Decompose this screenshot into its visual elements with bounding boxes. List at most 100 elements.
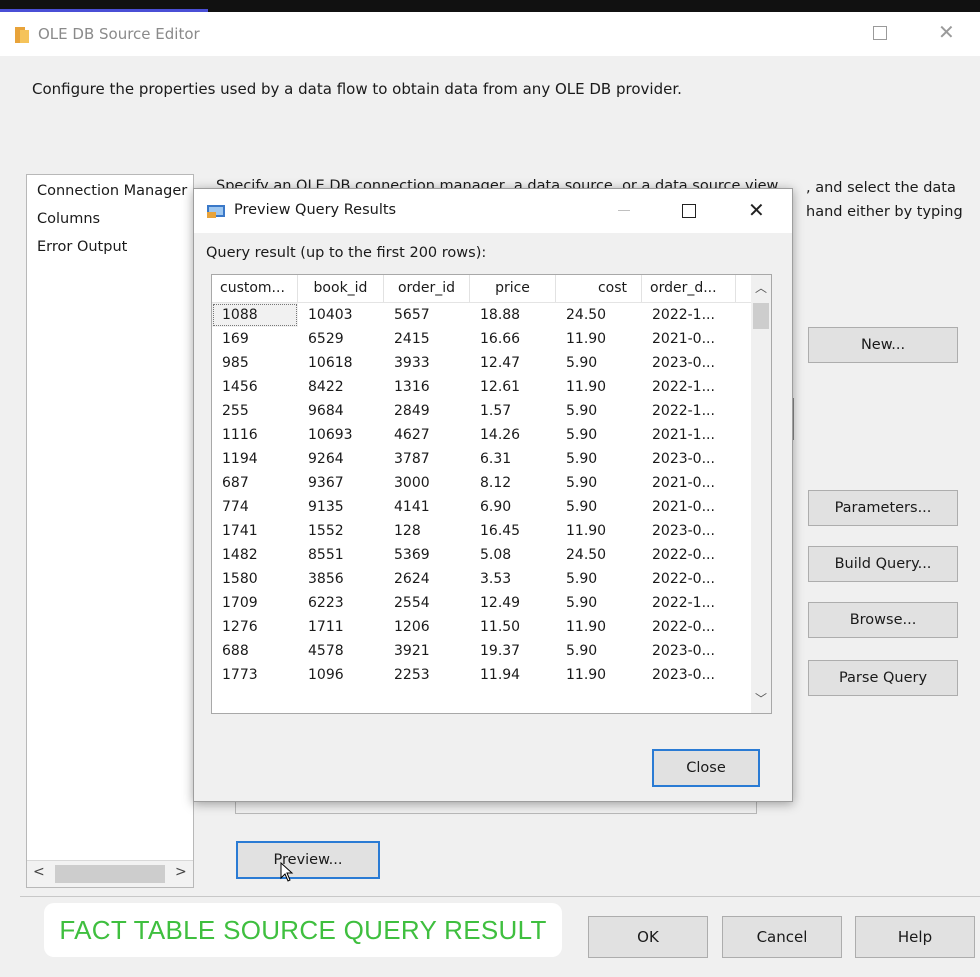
table-cell[interactable]: 9135: [298, 495, 384, 519]
table-row[interactable]: 774 9135 4141 6.90 5.90 2021-0...: [212, 495, 751, 519]
table-cell[interactable]: 985: [212, 351, 298, 375]
nav-item-columns[interactable]: Columns: [37, 211, 100, 227]
table-cell[interactable]: 14.26: [470, 423, 556, 447]
table-cell[interactable]: 9367: [298, 471, 384, 495]
table-cell[interactable]: 5.90: [556, 567, 642, 591]
table-cell[interactable]: 774: [212, 495, 298, 519]
table-cell[interactable]: 10403: [298, 303, 384, 327]
table-cell[interactable]: 12.61: [470, 375, 556, 399]
table-cell[interactable]: 9264: [298, 447, 384, 471]
column-header[interactable]: book_id: [298, 275, 384, 302]
table-cell[interactable]: 10618: [298, 351, 384, 375]
cancel-button[interactable]: Cancel: [722, 916, 842, 958]
table-cell[interactable]: 4578: [298, 639, 384, 663]
new-button[interactable]: New...: [808, 327, 958, 363]
table-cell[interactable]: 5.90: [556, 423, 642, 447]
maximize-icon[interactable]: [873, 26, 887, 40]
table-row[interactable]: 1456 8422 1316 12.61 11.90 2022-1...: [212, 375, 751, 399]
chevron-up-icon[interactable]: ︿: [755, 279, 767, 296]
parameters-button[interactable]: Parameters...: [808, 490, 958, 526]
table-cell[interactable]: 128: [384, 519, 470, 543]
table-cell[interactable]: 2021-0...: [642, 495, 736, 519]
table-cell[interactable]: 2023-0...: [642, 639, 736, 663]
table-cell[interactable]: 2849: [384, 399, 470, 423]
table-cell[interactable]: 2022-1...: [642, 591, 736, 615]
table-cell[interactable]: 255: [212, 399, 298, 423]
table-cell[interactable]: 3.53: [470, 567, 556, 591]
table-cell[interactable]: 2023-0...: [642, 663, 736, 687]
column-header[interactable]: cost: [556, 275, 642, 302]
table-cell[interactable]: 169: [212, 327, 298, 351]
table-row[interactable]: 1773 1096 2253 11.94 11.90 2023-0...: [212, 663, 751, 687]
column-header[interactable]: custom...: [212, 275, 298, 302]
table-row[interactable]: 1276 1711 1206 11.50 11.90 2022-0...: [212, 615, 751, 639]
table-row[interactable]: 1580 3856 2624 3.53 5.90 2022-0...: [212, 567, 751, 591]
table-cell[interactable]: 2021-0...: [642, 471, 736, 495]
table-cell[interactable]: 3856: [298, 567, 384, 591]
table-cell[interactable]: 5.90: [556, 471, 642, 495]
grid-vertical-scrollbar[interactable]: ︿ ﹀: [751, 275, 771, 713]
table-cell[interactable]: 2624: [384, 567, 470, 591]
table-cell[interactable]: 9684: [298, 399, 384, 423]
results-grid[interactable]: custom... book_id order_id price cost order_d…: [211, 274, 772, 714]
close-button[interactable]: Close: [652, 749, 760, 787]
table-cell[interactable]: 2253: [384, 663, 470, 687]
table-row[interactable]: 985 10618 3933 12.47 5.90 2023-0...: [212, 351, 751, 375]
column-header[interactable]: order_id: [384, 275, 470, 302]
table-cell[interactable]: 3787: [384, 447, 470, 471]
table-cell[interactable]: 2023-0...: [642, 447, 736, 471]
table-cell[interactable]: 1709: [212, 591, 298, 615]
table-cell[interactable]: 5.08: [470, 543, 556, 567]
table-cell[interactable]: 6223: [298, 591, 384, 615]
table-cell[interactable]: 3921: [384, 639, 470, 663]
table-cell[interactable]: 5.90: [556, 399, 642, 423]
scroll-left-icon[interactable]: <: [33, 864, 45, 880]
table-cell[interactable]: 1206: [384, 615, 470, 639]
table-cell[interactable]: 2022-0...: [642, 615, 736, 639]
table-cell[interactable]: 6.90: [470, 495, 556, 519]
table-cell[interactable]: 3000: [384, 471, 470, 495]
table-row[interactable]: 1709 6223 2554 12.49 5.90 2022-1...: [212, 591, 751, 615]
table-cell[interactable]: 16.66: [470, 327, 556, 351]
table-cell[interactable]: 11.90: [556, 519, 642, 543]
table-cell[interactable]: 1116: [212, 423, 298, 447]
table-cell[interactable]: 2022-0...: [642, 543, 736, 567]
table-cell[interactable]: 2415: [384, 327, 470, 351]
table-cell[interactable]: 11.94: [470, 663, 556, 687]
table-cell[interactable]: 1456: [212, 375, 298, 399]
table-cell[interactable]: 1552: [298, 519, 384, 543]
close-icon[interactable]: ✕: [748, 198, 765, 222]
table-cell[interactable]: 1316: [384, 375, 470, 399]
table-cell[interactable]: 12.47: [470, 351, 556, 375]
table-cell[interactable]: 1088: [212, 303, 298, 327]
table-cell[interactable]: 8551: [298, 543, 384, 567]
table-cell[interactable]: 687: [212, 471, 298, 495]
table-cell[interactable]: 1482: [212, 543, 298, 567]
table-cell[interactable]: 11.90: [556, 375, 642, 399]
table-cell[interactable]: 1096: [298, 663, 384, 687]
table-cell[interactable]: 4627: [384, 423, 470, 447]
table-cell[interactable]: 1741: [212, 519, 298, 543]
scroll-right-icon[interactable]: >: [175, 864, 187, 880]
ok-button[interactable]: OK: [588, 916, 708, 958]
table-cell[interactable]: 6.31: [470, 447, 556, 471]
table-cell[interactable]: 2023-0...: [642, 351, 736, 375]
table-cell[interactable]: 4141: [384, 495, 470, 519]
table-cell[interactable]: 1194: [212, 447, 298, 471]
table-cell[interactable]: 1276: [212, 615, 298, 639]
table-cell[interactable]: 2022-1...: [642, 375, 736, 399]
nav-item-error-output[interactable]: Error Output: [37, 239, 127, 255]
table-row[interactable]: 1741 1552 128 16.45 11.90 2023-0...: [212, 519, 751, 543]
scroll-thumb[interactable]: [753, 303, 769, 329]
table-cell[interactable]: 11.90: [556, 615, 642, 639]
nav-horizontal-scrollbar[interactable]: < >: [27, 860, 193, 887]
table-cell[interactable]: 11.50: [470, 615, 556, 639]
column-header[interactable]: price: [470, 275, 556, 302]
column-header[interactable]: order_d...: [642, 275, 736, 302]
parse-query-button[interactable]: Parse Query: [808, 660, 958, 696]
table-row[interactable]: 169 6529 2415 16.66 11.90 2021-0...: [212, 327, 751, 351]
table-cell[interactable]: 6529: [298, 327, 384, 351]
build-query-button[interactable]: Build Query...: [808, 546, 958, 582]
table-cell[interactable]: 5.90: [556, 447, 642, 471]
table-cell[interactable]: 2022-0...: [642, 567, 736, 591]
